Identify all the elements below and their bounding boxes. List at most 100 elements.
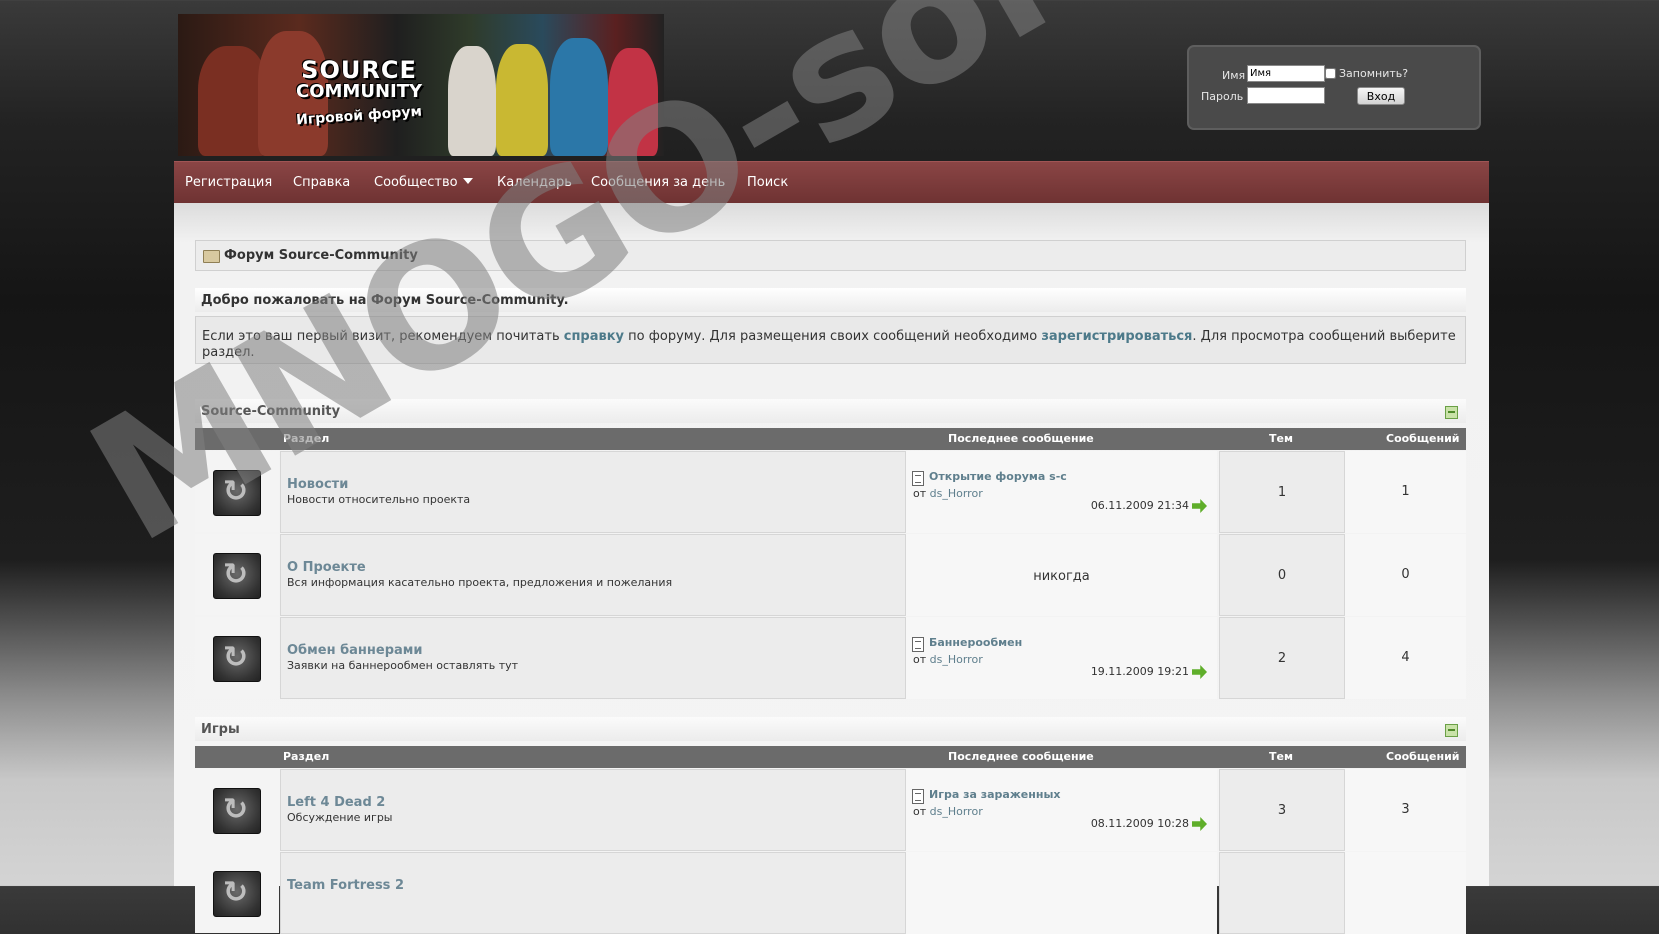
author-link[interactable]: ds_Horror <box>930 487 983 500</box>
last-post-date: 06.11.2009 21:34 <box>1090 499 1189 512</box>
forum-title[interactable]: Left 4 Dead 2 <box>287 795 385 810</box>
go-to-post-icon[interactable] <box>1192 817 1207 831</box>
topics-count: 0 <box>1277 568 1287 583</box>
register-link[interactable]: зарегистрироваться <box>1041 329 1192 344</box>
topics-cell: 1 <box>1219 451 1345 533</box>
column-header-row: Раздел Последнее сообщение Тем Сообщений <box>195 428 1466 450</box>
forum-row: Left 4 Dead 2 Обсуждение игры Игра за за… <box>195 769 1466 851</box>
forum-title[interactable]: О Проекте <box>287 560 366 575</box>
nav-register[interactable]: Регистрация <box>185 175 272 190</box>
author-prefix: от <box>913 805 927 818</box>
posts-cell: 4 <box>1345 617 1466 699</box>
posts-count: 3 <box>1401 802 1410 817</box>
posts-count: 4 <box>1401 650 1410 665</box>
last-post-title[interactable]: Баннерообмен <box>929 636 1022 649</box>
category-header: Игры <box>195 717 1466 741</box>
logo-line-1: SOURCE <box>301 56 417 84</box>
main-navbar: Регистрация Справка Сообщество Календарь… <box>174 161 1489 204</box>
col-section: Раздел <box>283 750 330 763</box>
forum-name-cell: Left 4 Dead 2 Обсуждение игры <box>280 769 906 851</box>
welcome-text-2: по форуму. Для размещения своих сообщени… <box>624 329 1042 344</box>
logo-text: SOURCE COMMUNITY Игровой форум <box>296 56 423 128</box>
last-post-cell <box>906 852 1217 934</box>
username-input[interactable] <box>1247 65 1325 82</box>
collapse-icon[interactable] <box>1445 724 1458 737</box>
last-post-date: 19.11.2009 19:21 <box>1090 665 1189 678</box>
last-post-author: от ds_Horror <box>913 805 983 818</box>
forum-description: Заявки на баннерообмен оставлять тут <box>287 659 519 672</box>
password-input[interactable] <box>1247 87 1325 104</box>
help-link[interactable]: справку <box>564 329 624 344</box>
category-name[interactable]: Игры <box>201 722 240 737</box>
go-to-post-icon[interactable] <box>1192 665 1207 679</box>
topics-cell <box>1219 852 1345 934</box>
folder-icon <box>203 250 220 263</box>
main-content: Форум Source-Community Добро пожаловать … <box>174 203 1489 934</box>
col-posts: Сообщений <box>1386 432 1460 445</box>
go-to-post-icon[interactable] <box>1192 499 1207 513</box>
last-post-author: от ds_Horror <box>913 653 983 666</box>
forum-status-cell <box>195 852 279 933</box>
chevron-down-icon <box>462 178 473 184</box>
forum-status-icon <box>213 636 261 682</box>
nav-community-label: Сообщество <box>374 175 458 190</box>
posts-cell: 1 <box>1345 451 1466 533</box>
topics-count: 2 <box>1277 651 1287 666</box>
last-post-cell: Открытие форума s-c от ds_Horror 06.11.2… <box>906 451 1217 533</box>
nav-calendar[interactable]: Календарь <box>497 175 572 190</box>
last-post-author: от ds_Horror <box>913 487 983 500</box>
last-post-date: 08.11.2009 10:28 <box>1090 817 1189 830</box>
nav-search[interactable]: Поиск <box>747 175 788 190</box>
forum-name-cell: Новости Новости относительно проекта <box>280 451 906 533</box>
nav-community[interactable]: Сообщество <box>374 175 473 190</box>
col-last-post: Последнее сообщение <box>948 432 1094 445</box>
nav-help[interactable]: Справка <box>293 175 350 190</box>
topics-count: 1 <box>1277 485 1287 500</box>
remember-checkbox[interactable] <box>1325 68 1336 79</box>
nav-todays-posts[interactable]: Сообщения за день <box>591 175 725 190</box>
author-link[interactable]: ds_Horror <box>930 805 983 818</box>
forum-title[interactable]: Новости <box>287 477 348 492</box>
last-post-title[interactable]: Игра за зараженных <box>929 788 1060 801</box>
breadcrumb-title[interactable]: Форум Source-Community <box>224 248 418 263</box>
column-header-row: Раздел Последнее сообщение Тем Сообщений <box>195 746 1466 768</box>
site-logo[interactable]: SOURCE COMMUNITY Игровой форум <box>178 14 664 156</box>
last-post-cell: Баннерообмен от ds_Horror 19.11.2009 19:… <box>906 617 1217 699</box>
topics-count: 3 <box>1277 803 1287 818</box>
forum-status-cell <box>195 534 279 615</box>
author-link[interactable]: ds_Horror <box>930 653 983 666</box>
topics-cell: 3 <box>1219 769 1345 851</box>
collapse-icon[interactable] <box>1445 406 1458 419</box>
category-name[interactable]: Source-Community <box>201 404 340 419</box>
forum-title[interactable]: Обмен баннерами <box>287 643 423 658</box>
last-post-never: никогда <box>1033 569 1090 584</box>
forum-status-icon <box>213 871 261 917</box>
author-prefix: от <box>913 487 927 500</box>
forum-name-cell: Обмен баннерами Заявки на баннерообмен о… <box>280 617 906 699</box>
last-post-cell: Игра за зараженных от ds_Horror 08.11.20… <box>906 769 1217 851</box>
remember-label[interactable]: Запомнить? <box>1339 67 1408 80</box>
author-prefix: от <box>913 653 927 666</box>
document-icon <box>912 471 924 486</box>
login-button[interactable]: Вход <box>1357 87 1405 105</box>
forum-row: О Проекте Вся информация касательно прое… <box>195 534 1466 616</box>
posts-count: 0 <box>1401 567 1410 582</box>
last-post-title[interactable]: Открытие форума s-c <box>929 470 1067 483</box>
forum-description: Вся информация касательно проекта, предл… <box>287 576 673 589</box>
forum-status-icon <box>213 553 261 599</box>
document-icon <box>912 789 924 804</box>
forum-row: Team Fortress 2 <box>195 852 1466 934</box>
forum-description: Обсуждение игры <box>287 811 393 824</box>
forum-status-icon <box>213 470 261 516</box>
topics-cell: 2 <box>1219 617 1345 699</box>
password-label: Пароль <box>1201 90 1244 103</box>
posts-cell: 0 <box>1345 534 1466 616</box>
forum-status-cell <box>195 451 279 532</box>
document-icon <box>912 637 924 652</box>
welcome-title: Добро пожаловать на Форум Source-Communi… <box>201 293 569 308</box>
col-topics: Тем <box>1269 750 1293 763</box>
forum-status-cell <box>195 769 279 850</box>
col-topics: Тем <box>1269 432 1293 445</box>
welcome-text: Если это ваш первый визит, рекомендуем п… <box>195 316 1466 364</box>
category-header: Source-Community <box>195 399 1466 423</box>
